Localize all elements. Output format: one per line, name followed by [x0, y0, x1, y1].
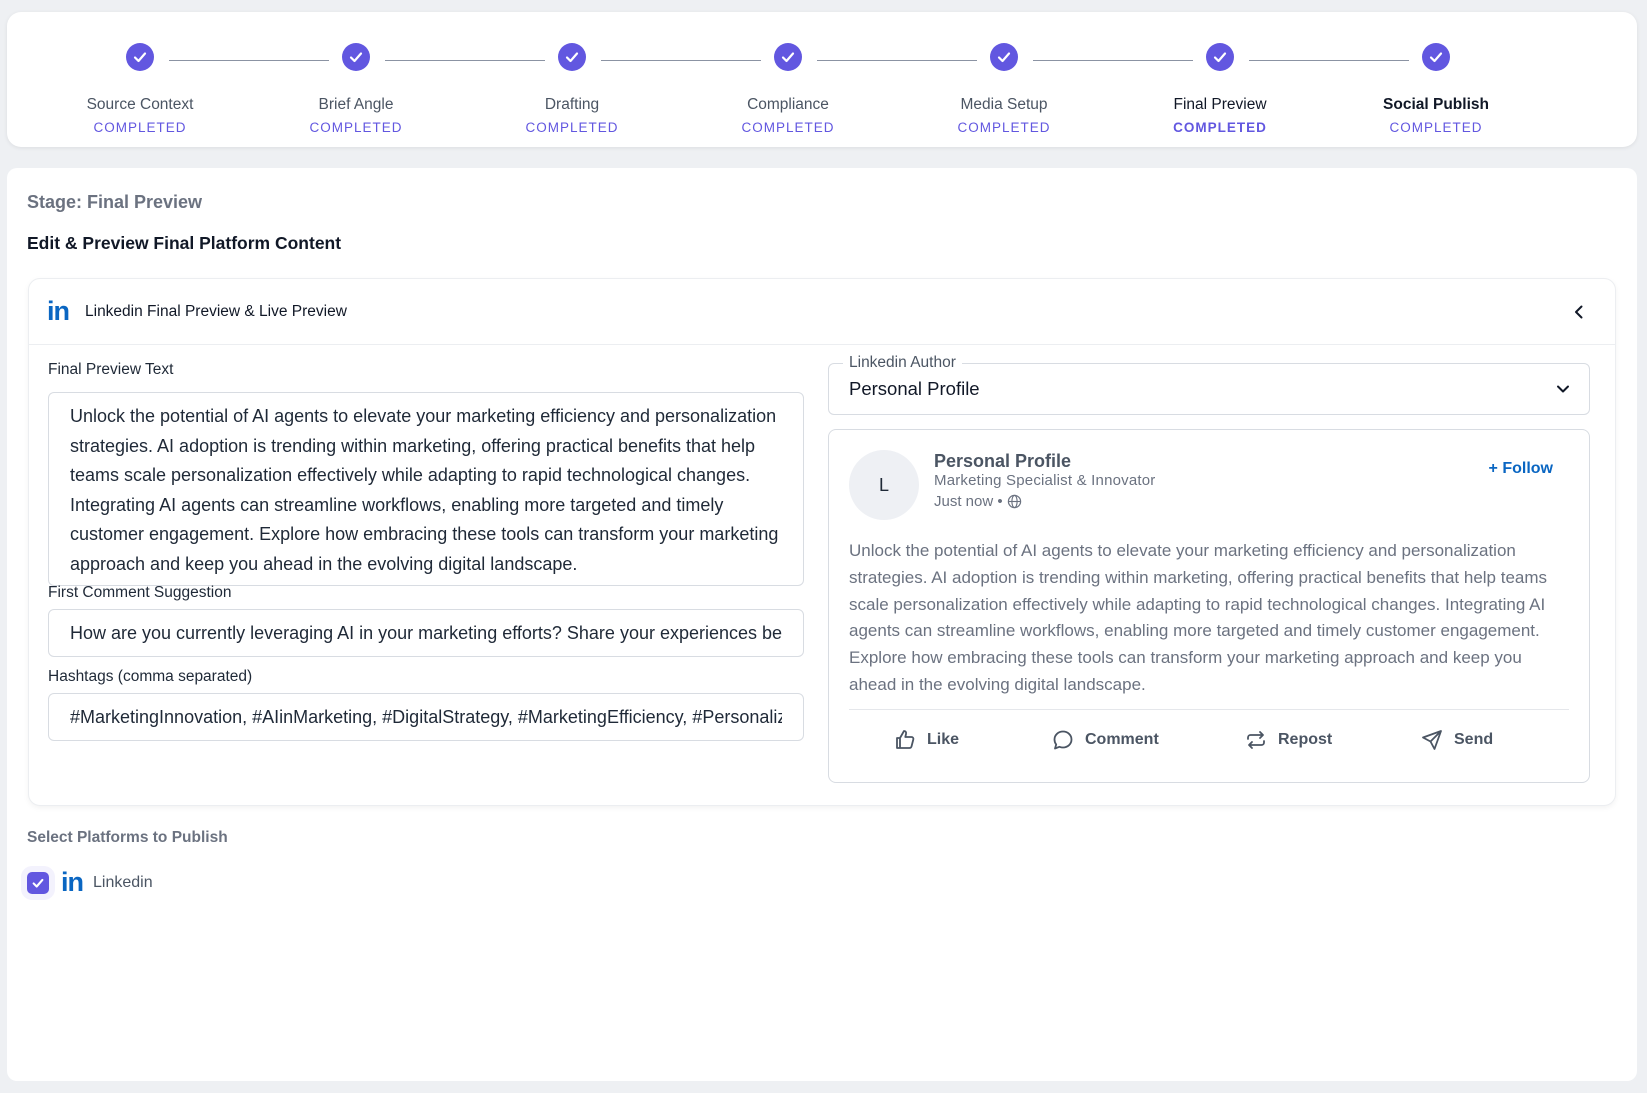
step-status: COMPLETED: [93, 120, 187, 135]
follow-button[interactable]: + Follow: [1489, 460, 1553, 478]
step-connector: [385, 60, 545, 61]
collapse-button[interactable]: [1567, 300, 1591, 324]
linkedin-icon: in: [47, 296, 70, 326]
step-label: Compliance: [747, 96, 829, 113]
repost-button[interactable]: Repost: [1244, 728, 1332, 752]
chevron-down-icon: [1557, 385, 1569, 393]
preview-author-title: Marketing Specialist & Innovator: [934, 472, 1156, 489]
like-button[interactable]: Like: [893, 728, 959, 752]
comment-icon: [1053, 730, 1073, 750]
step-status: COMPLETED: [1173, 120, 1267, 135]
linkedin-icon: in: [61, 866, 84, 897]
globe-icon: [1007, 494, 1021, 509]
step-label: Media Setup: [960, 96, 1048, 113]
step-connector: [1033, 60, 1193, 61]
step-status: COMPLETED: [741, 120, 835, 135]
step-connector: [1249, 60, 1409, 61]
publish-section-label: Select Platforms to Publish: [27, 829, 228, 846]
check-icon: [774, 43, 802, 71]
step-connector: [817, 60, 977, 61]
chevron-left-icon: [1575, 305, 1583, 319]
check-icon: [126, 43, 154, 71]
linkedin-platform-card: in Linkedin Final Preview & Live Preview…: [28, 278, 1616, 806]
send-button[interactable]: Send: [1420, 728, 1493, 752]
check-icon: [558, 43, 586, 71]
repost-icon: [1247, 731, 1265, 749]
comment-button[interactable]: Comment: [1051, 728, 1159, 752]
step-connector: [601, 60, 761, 61]
hashtags-label: Hashtags (comma separated): [48, 668, 253, 685]
progress-stepper: Source Context COMPLETED Brief Angle COM…: [7, 12, 1637, 147]
step-connector: [169, 60, 329, 61]
check-icon: [32, 878, 44, 888]
thumbs-up-icon: [896, 730, 915, 749]
section-title: Edit & Preview Final Platform Content: [27, 233, 342, 253]
main-panel: Stage: Final Preview Edit & Preview Fina…: [7, 168, 1637, 1081]
preview-post-time: Just now •: [934, 493, 1022, 510]
like-label: Like: [927, 731, 960, 748]
card-title: Linkedin Final Preview & Live Preview: [85, 303, 347, 320]
divider: [849, 709, 1569, 710]
first-comment-input[interactable]: [48, 609, 804, 657]
check-icon: [990, 43, 1018, 71]
step-status: COMPLETED: [1389, 120, 1483, 135]
send-label: Send: [1454, 731, 1494, 748]
final-preview-textarea[interactable]: Unlock the potential of AI agents to ele…: [48, 392, 804, 586]
hashtags-input[interactable]: [48, 693, 804, 741]
check-icon: [1206, 43, 1234, 71]
repost-label: Repost: [1278, 731, 1333, 748]
step-status: COMPLETED: [525, 120, 619, 135]
preview-author-name: Personal Profile: [934, 451, 1072, 471]
linkedin-checkbox[interactable]: [27, 872, 49, 894]
check-icon: [1422, 43, 1450, 71]
step-label: Drafting: [544, 96, 600, 113]
author-select-label: Linkedin Author: [843, 354, 962, 372]
comment-label: Comment: [1085, 731, 1159, 748]
check-icon: [342, 43, 370, 71]
step-label: Final Preview: [1173, 96, 1267, 113]
step-status: COMPLETED: [309, 120, 403, 135]
linkedin-author-select[interactable]: Linkedin Author Personal Profile: [828, 354, 1590, 415]
send-icon: [1422, 730, 1442, 750]
platform-name: Linkedin: [93, 874, 153, 891]
linkedin-post-preview: L Personal Profile Marketing Specialist …: [828, 429, 1590, 783]
step-label: Social Publish: [1383, 96, 1489, 113]
platform-option-linkedin[interactable]: in Linkedin: [27, 866, 153, 898]
author-select-value: Personal Profile: [849, 378, 980, 399]
preview-post-body: Unlock the potential of AI agents to ele…: [849, 541, 1548, 694]
post-time-text: Just now •: [934, 493, 1003, 510]
avatar: L: [849, 450, 919, 520]
card-header[interactable]: in Linkedin Final Preview & Live Preview: [29, 279, 1615, 345]
first-comment-label: First Comment Suggestion: [48, 584, 232, 601]
stage-label: Stage: Final Preview: [27, 192, 203, 212]
step-label: Brief Angle: [318, 96, 394, 113]
final-preview-label: Final Preview Text: [48, 361, 174, 378]
step-label: Source Context: [86, 96, 194, 113]
step-status: COMPLETED: [957, 120, 1051, 135]
